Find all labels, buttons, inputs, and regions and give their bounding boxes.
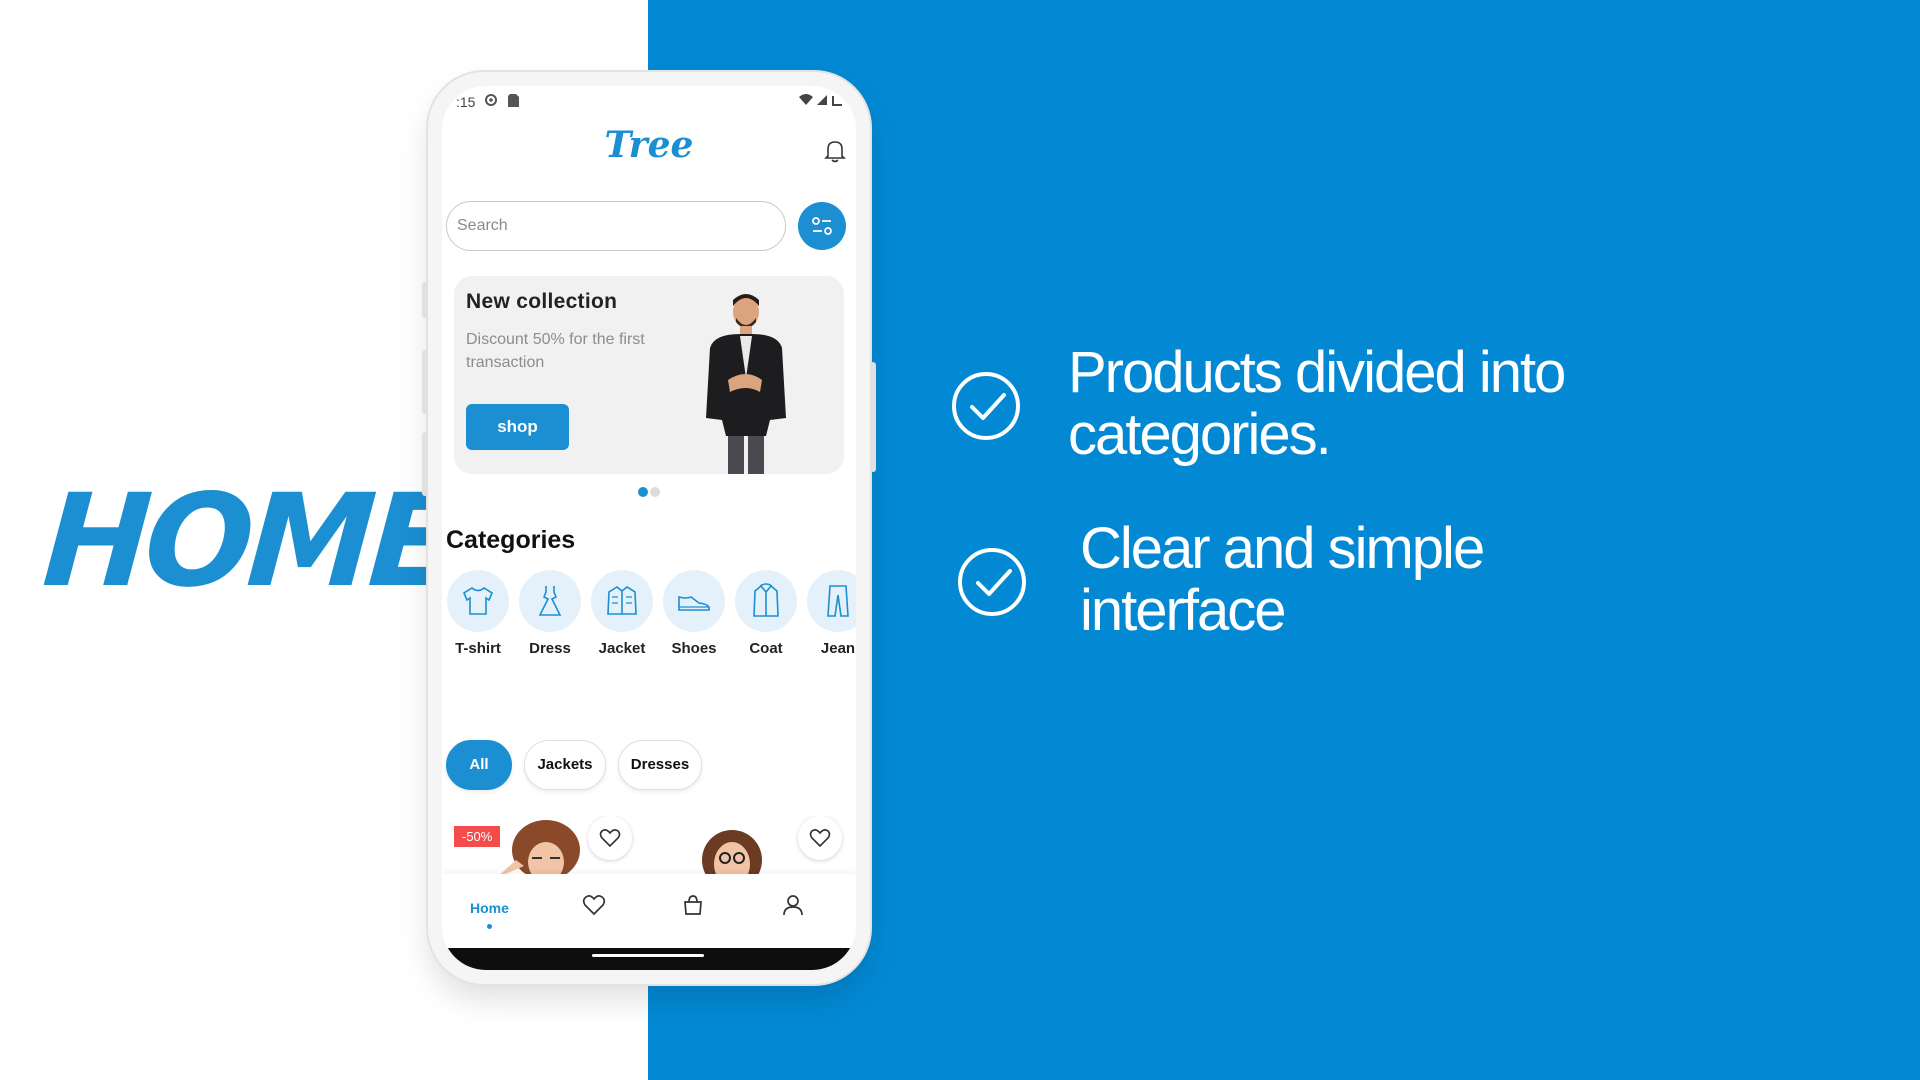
- nav-cart[interactable]: [682, 894, 704, 921]
- filter-button[interactable]: [798, 202, 846, 250]
- chip-dresses[interactable]: Dresses: [618, 740, 702, 790]
- phone-power-button: [870, 362, 876, 472]
- phone-frame: :15 Tree New collection: [422, 72, 876, 984]
- banner-subtitle: Discount 50% for the first transaction: [466, 331, 645, 371]
- category-label: T-shirt: [455, 640, 501, 657]
- category-label: Coat: [749, 640, 783, 657]
- signal-wifi-icons: [798, 93, 844, 110]
- feature-text-line: interface: [1080, 578, 1286, 643]
- model-man-image: [690, 288, 800, 474]
- app-logo-title: Tree: [604, 124, 694, 166]
- heart-icon: [809, 829, 831, 848]
- chip-jackets[interactable]: Jackets: [524, 740, 606, 790]
- nav-favorites[interactable]: [582, 894, 606, 921]
- status-bar: :15: [442, 86, 856, 114]
- category-label: Jean: [820, 640, 856, 657]
- product-card[interactable]: [652, 816, 852, 874]
- dress-icon: [538, 586, 562, 616]
- shoes-icon: [678, 595, 710, 611]
- promo-banner: New collection Discount 50% for the firs…: [454, 276, 844, 474]
- sliders-icon: [812, 217, 832, 235]
- check-circle-icon: [958, 548, 1026, 616]
- nav-home[interactable]: Home: [470, 900, 509, 929]
- banner-title: New collection: [466, 290, 618, 313]
- favorite-button[interactable]: [798, 816, 842, 860]
- phone-volume-up-button: [422, 350, 428, 414]
- feature-text-line: Products divided into: [1068, 340, 1566, 405]
- shop-button[interactable]: shop: [466, 404, 569, 450]
- category-shoes[interactable]: Shoes: [662, 570, 726, 657]
- phone-volume-down-button: [422, 432, 428, 496]
- search-input[interactable]: [446, 201, 786, 251]
- categories-title: Categories: [446, 526, 576, 554]
- carousel-dot-active[interactable]: [638, 487, 648, 497]
- settings-status-icon: [484, 93, 498, 110]
- check-circle-icon: [952, 372, 1020, 440]
- category-coat[interactable]: Coat: [734, 570, 798, 657]
- feature-text-line: categories.: [1068, 402, 1332, 467]
- category-jacket[interactable]: Jacket: [590, 570, 654, 657]
- heart-icon: [582, 895, 606, 916]
- sim-status-icon: [508, 94, 519, 110]
- category-label: Dress: [529, 640, 571, 657]
- phone-side-button: [422, 282, 428, 318]
- shopping-bag-icon: [684, 895, 702, 915]
- carousel-dot[interactable]: [650, 487, 660, 497]
- category-dress[interactable]: Dress: [518, 570, 582, 657]
- app-screen: :15 Tree New collection: [442, 86, 856, 970]
- nav-home-label: Home: [470, 900, 509, 916]
- slide-title: HOME: [38, 467, 456, 616]
- carousel-dots: [638, 484, 662, 502]
- category-label: Jacket: [598, 640, 646, 657]
- categories-list: T-shirt Dress Jacket Shoes Coat Jean: [446, 570, 856, 670]
- nav-active-dot: [486, 924, 492, 929]
- favorite-button[interactable]: [588, 816, 632, 860]
- jeans-icon: [827, 585, 849, 617]
- status-time: :15: [456, 94, 476, 110]
- chip-all[interactable]: All: [446, 740, 512, 790]
- discount-badge: -50%: [454, 826, 501, 847]
- category-tshirt[interactable]: T-shirt: [446, 570, 510, 657]
- product-woman-glasses-image: [702, 830, 762, 874]
- category-label: Shoes: [671, 640, 717, 657]
- feature-text-line: Clear and simple: [1080, 516, 1485, 581]
- tshirt-icon: [462, 587, 494, 615]
- jacket-icon: [607, 586, 637, 615]
- notification-bell-icon[interactable]: [822, 138, 848, 164]
- coat-icon: [753, 583, 779, 617]
- category-jean[interactable]: Jean: [806, 570, 856, 657]
- bottom-navigation: Home: [442, 874, 856, 950]
- nav-profile[interactable]: [782, 894, 804, 921]
- heart-icon: [599, 829, 621, 848]
- home-indicator: [442, 948, 856, 970]
- product-card[interactable]: -50%: [446, 816, 642, 874]
- user-icon: [783, 895, 803, 916]
